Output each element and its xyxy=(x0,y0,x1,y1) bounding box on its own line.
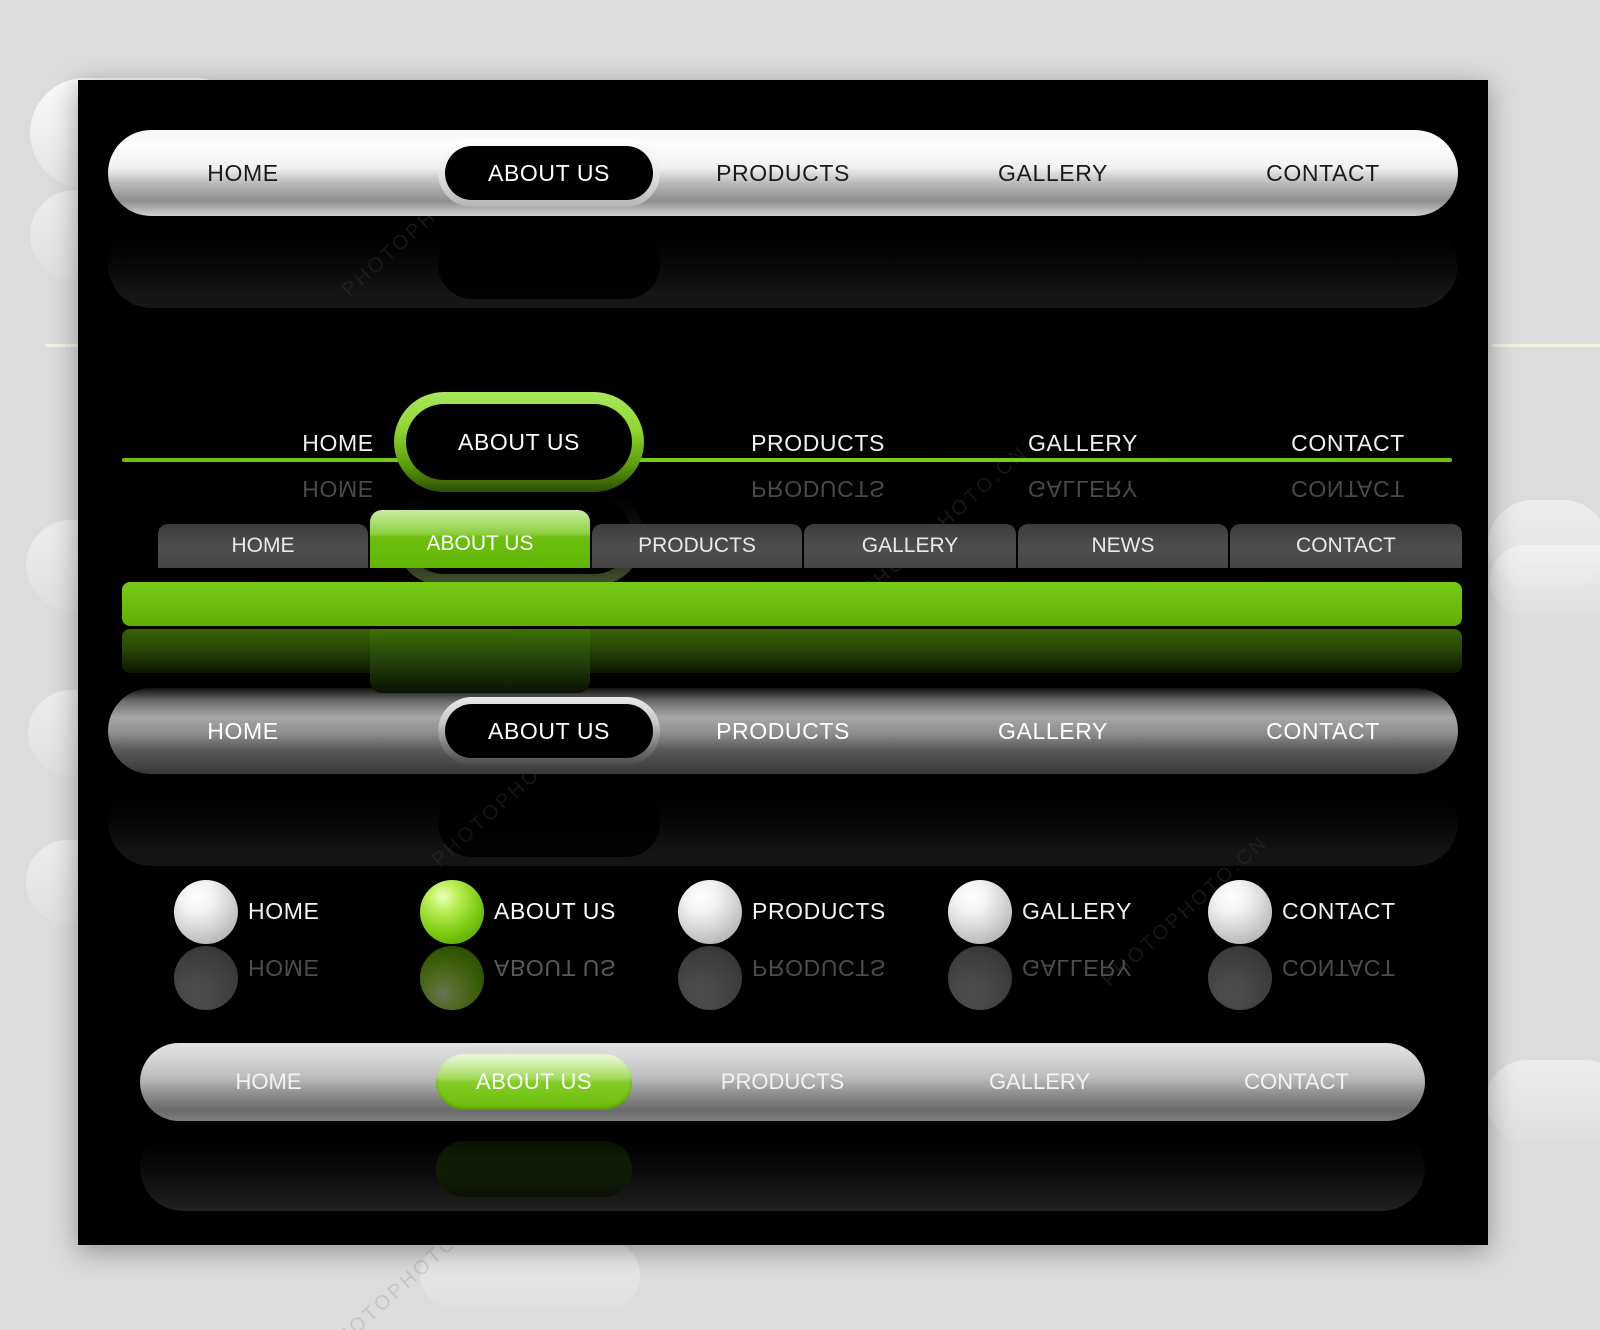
nav2-item-products-reflection: PRODUCTS xyxy=(751,476,885,502)
nav5-bullet-about-us-reflection xyxy=(420,946,484,1010)
navbar-green-line: HOME PRODUCTS GALLERY CONTACT HOME PRODU… xyxy=(78,330,1488,586)
nav1-reflection-pill xyxy=(438,231,660,299)
nav2-item-home-reflection: HOME xyxy=(302,476,374,502)
decor-pill-right-mid xyxy=(1490,545,1600,615)
nav1-item-gallery[interactable]: GALLERY xyxy=(918,160,1188,187)
nav5-bullet-home[interactable] xyxy=(174,880,238,944)
navbar-spheres: HOME ABOUT US PRODUCTS GALLERY CONTACT H… xyxy=(78,850,1488,1040)
nav1-item-about-us: ABOUT US xyxy=(445,146,653,200)
nav3-tab-products[interactable]: PRODUCTS xyxy=(592,524,802,568)
nav1-item-home[interactable]: HOME xyxy=(108,160,378,187)
nav3-green-strip-reflection xyxy=(122,629,1462,673)
nav4-item-contact[interactable]: CONTACT xyxy=(1188,718,1458,745)
nav1-item-contact[interactable]: CONTACT xyxy=(1188,160,1458,187)
nav5-item-home[interactable]: HOME xyxy=(248,898,428,925)
nav1-reflection xyxy=(108,222,1458,308)
nav6-bar: HOME PRODUCTS GALLERY CONTACT ABOUT US xyxy=(140,1043,1425,1121)
decor-pill-right-lower xyxy=(1486,1060,1600,1142)
nav5-item-gallery[interactable]: GALLERY xyxy=(1022,898,1222,925)
nav6-item-contact[interactable]: CONTACT xyxy=(1168,1069,1425,1095)
nav2-item-about-us: ABOUT US xyxy=(406,404,632,480)
nav3-tab-gallery[interactable]: GALLERY xyxy=(804,524,1016,568)
nav5-item-contact[interactable]: CONTACT xyxy=(1282,898,1482,925)
nav3-active-tab-reflection xyxy=(370,629,590,693)
nav5-bullet-about-us[interactable] xyxy=(420,880,484,944)
navbar-silver-light-bar: HOME PRODUCTS GALLERY CONTACT ABOUT US xyxy=(108,130,1458,216)
nav3-tab-news[interactable]: NEWS xyxy=(1018,524,1228,568)
nav2-green-line xyxy=(122,458,1452,462)
nav6-item-products[interactable]: PRODUCTS xyxy=(654,1069,911,1095)
nav5-item-products-reflection: PRODUCTS xyxy=(752,955,886,981)
nav4-item-products[interactable]: PRODUCTS xyxy=(648,718,918,745)
nav6-item-gallery[interactable]: GALLERY xyxy=(911,1069,1168,1095)
navbar-silver-green-pill: HOME PRODUCTS GALLERY CONTACT ABOUT US xyxy=(140,1043,1425,1211)
nav2-active-pill[interactable]: ABOUT US xyxy=(394,392,644,492)
nav1-item-products[interactable]: PRODUCTS xyxy=(648,160,918,187)
nav4-item-about-us: ABOUT US xyxy=(445,704,653,758)
navbar-green-tabs: HOME ABOUT US PRODUCTS GALLERY NEWS CONT… xyxy=(122,510,1462,693)
nav5-bullet-home-reflection xyxy=(174,946,238,1010)
navbar-silver-dark: HOME PRODUCTS GALLERY CONTACT ABOUT US xyxy=(108,688,1458,866)
nav5-item-contact-reflection: CONTACT xyxy=(1282,955,1396,981)
nav6-reflection-pill xyxy=(436,1141,632,1197)
nav5-item-gallery-reflection: GALLERY xyxy=(1022,955,1132,981)
page-root: PHOTOPHOTO.CN PHOTOPHOTO.CN PHOTOPHOTO.C… xyxy=(0,0,1600,1330)
nav2-item-contact-reflection: CONTACT xyxy=(1291,476,1405,502)
nav6-reflection xyxy=(140,1125,1425,1211)
nav2-item-gallery-reflection: GALLERY xyxy=(1028,476,1138,502)
nav3-tab-home[interactable]: HOME xyxy=(158,524,368,568)
nav4-item-home[interactable]: HOME xyxy=(108,718,378,745)
nav5-item-products[interactable]: PRODUCTS xyxy=(752,898,972,925)
nav2-item-contact[interactable]: CONTACT xyxy=(1248,430,1448,457)
nav5-item-home-reflection: HOME xyxy=(248,955,320,981)
nav5-item-about-us-reflection: ABOUT US xyxy=(494,955,616,981)
nav3-tab-row: HOME ABOUT US PRODUCTS GALLERY NEWS CONT… xyxy=(122,520,1462,582)
decor-pill-bottom-center xyxy=(420,1240,640,1310)
nav4-reflection-pill xyxy=(438,789,660,857)
nav3-tab-contact[interactable]: CONTACT xyxy=(1230,524,1462,568)
nav5-item-about-us[interactable]: ABOUT US xyxy=(494,898,714,925)
nav2-item-gallery[interactable]: GALLERY xyxy=(983,430,1183,457)
nav2-item-products[interactable]: PRODUCTS xyxy=(718,430,918,457)
navbar-silver-dark-bar: HOME PRODUCTS GALLERY CONTACT ABOUT US xyxy=(108,688,1458,774)
nav1-active-pill[interactable]: ABOUT US xyxy=(438,139,660,207)
nav4-item-gallery[interactable]: GALLERY xyxy=(918,718,1188,745)
nav6-item-home[interactable]: HOME xyxy=(140,1069,397,1095)
navbar-silver-light: HOME PRODUCTS GALLERY CONTACT ABOUT US xyxy=(108,130,1458,308)
nav4-active-pill[interactable]: ABOUT US xyxy=(438,697,660,765)
nav6-active-pill[interactable]: ABOUT US xyxy=(436,1054,632,1110)
nav3-tab-about-us[interactable]: ABOUT US xyxy=(370,510,590,568)
nav3-green-strip xyxy=(122,582,1462,626)
decor-line-right xyxy=(1492,344,1600,347)
artboard: PHOTOPHOTO.CN PHOTOPHOTO.CN PHOTOPHOTO.C… xyxy=(78,80,1488,1245)
